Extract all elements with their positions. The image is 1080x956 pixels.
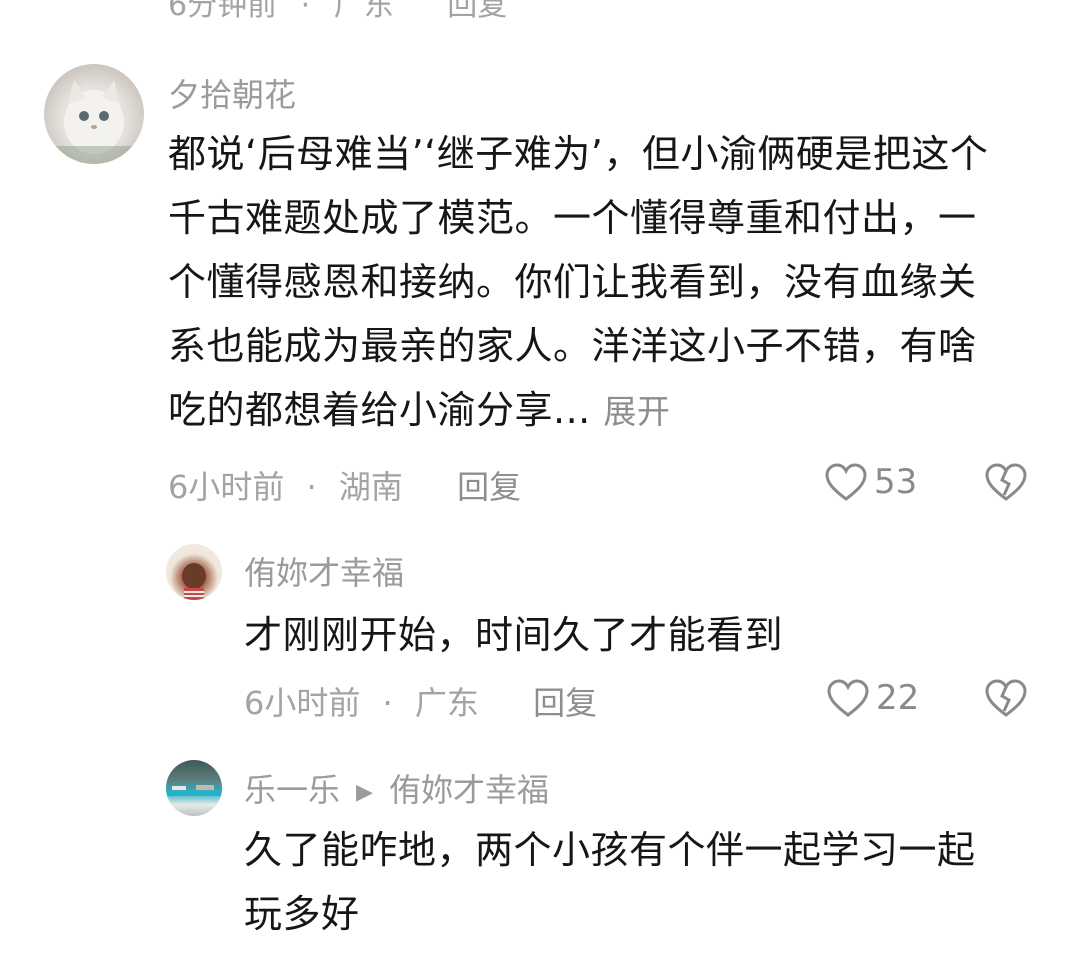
previous-comment-meta: 6分钟前 · 广东 回复 <box>168 0 507 23</box>
cat-avatar-image <box>44 80 144 164</box>
comment-body: 都说‘后母难当’‘继子难为’，但小渝俩硬是把这个 千古难题处成了模范。一个懂得尊… <box>168 122 1048 444</box>
comment-line-3: 个懂得感恩和接纳。你们让我看到，没有血缘关 <box>168 260 977 304</box>
reply-2-header: 乐一乐 ▶ 侑妳才幸福 <box>244 765 549 811</box>
comment-line-1: 都说‘后母难当’‘继子难为’，但小渝俩硬是把这个 <box>168 132 989 176</box>
comment-location: 湖南 <box>338 468 403 506</box>
previous-comment-time: 6分钟前 <box>168 0 278 23</box>
comment-like-count: 53 <box>874 462 918 502</box>
heart-outline-icon <box>827 679 869 717</box>
comment-time: 6小时前 <box>168 468 285 506</box>
reply-2-line-1: 久了能咋地，两个小孩有个伴一起学习一起 <box>244 828 976 872</box>
avatar-reply-2[interactable] <box>166 760 222 816</box>
comment-dislike-button[interactable] <box>984 462 1028 506</box>
reply-1-username[interactable]: 侑妳才幸福 <box>244 548 404 594</box>
avatar-main-commenter[interactable] <box>44 64 144 164</box>
comment-reply-button[interactable]: 回复 <box>457 468 521 506</box>
meta-dot: · <box>382 684 393 722</box>
broken-heart-icon <box>985 679 1027 717</box>
reply-1-reply-button[interactable]: 回复 <box>533 684 597 722</box>
reply-1-time: 6小时前 <box>244 684 361 722</box>
reply-1-text: 才刚刚开始，时间久了才能看到 <box>244 613 784 657</box>
comment-like-button[interactable]: 53 <box>824 462 917 502</box>
triangle-right-icon: ▶ <box>356 779 373 805</box>
landscape-avatar-image <box>166 785 222 796</box>
reply-1-location: 广东 <box>414 684 479 722</box>
comment-line-2: 千古难题处成了模范。一个懂得尊重和付出，一 <box>168 196 977 240</box>
comment-meta: 6小时前 · 湖南 回复 <box>168 462 521 508</box>
reply-2-line-2: 玩多好 <box>244 892 360 936</box>
broken-heart-icon <box>985 463 1027 501</box>
comment-line-4: 系也能成为最亲的家人。洋洋这小子不错，有啥 <box>168 324 977 368</box>
girl-avatar-image <box>182 563 206 600</box>
reply-1-like-count: 22 <box>876 678 920 718</box>
comment-line-5-text: 吃的都想着给小渝分享... <box>168 388 591 432</box>
reply-2-username[interactable]: 乐一乐 <box>244 771 340 809</box>
reply-2-reply-to[interactable]: 侑妳才幸福 <box>389 771 549 809</box>
heart-outline-icon <box>825 463 867 501</box>
previous-comment-reply-button[interactable]: 回复 <box>447 0 507 23</box>
reply-2-body: 久了能咋地，两个小孩有个伴一起学习一起 玩多好 <box>244 818 1044 946</box>
reply-1-like-button[interactable]: 22 <box>826 678 919 718</box>
avatar-reply-1[interactable] <box>166 544 222 600</box>
comment-line-5: 吃的都想着给小渝分享... 展开 <box>168 378 1048 444</box>
meta-dot: · <box>306 468 317 506</box>
reply-1-dislike-button[interactable] <box>984 678 1028 722</box>
previous-comment-location: 广东 <box>333 0 394 23</box>
commenter-username[interactable]: 夕拾朝花 <box>168 70 296 116</box>
reply-1-meta: 6小时前 · 广东 回复 <box>244 678 597 724</box>
expand-button[interactable]: 展开 <box>603 392 670 431</box>
